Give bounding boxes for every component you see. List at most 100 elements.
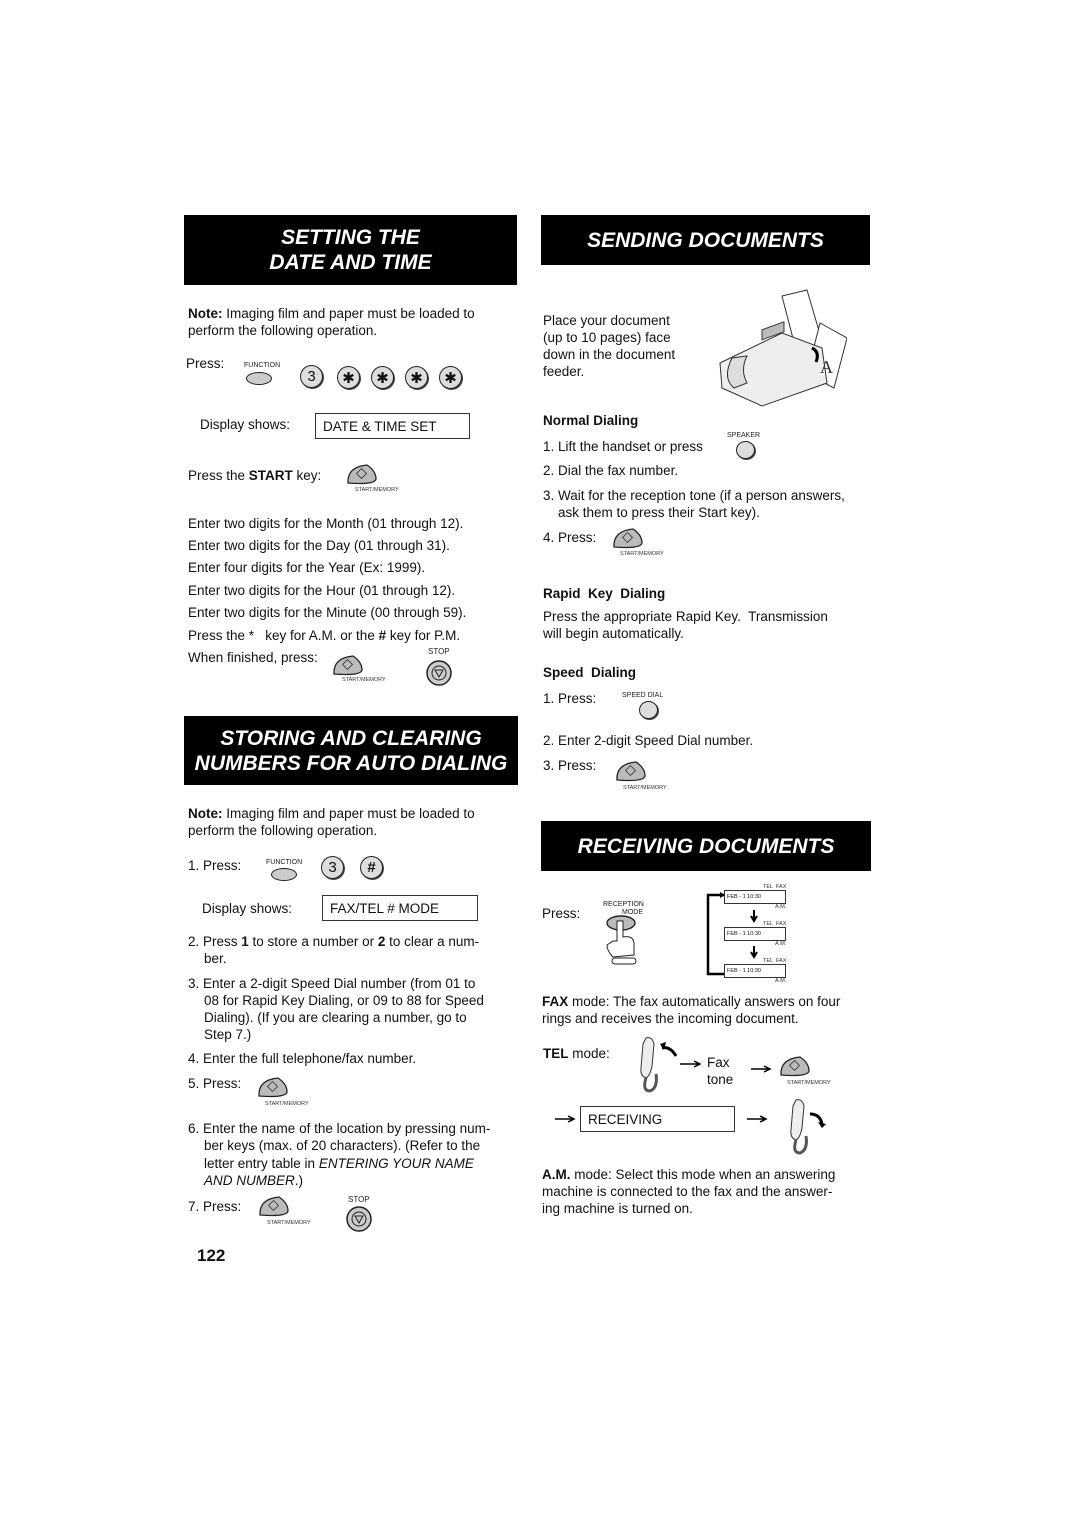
text: to store a number or bbox=[248, 934, 378, 949]
function-label: FUNCTION bbox=[244, 362, 281, 369]
fax-mode-text-2: rings and receives the incoming document… bbox=[542, 1011, 799, 1026]
rapid-text: will begin automatically. bbox=[543, 626, 684, 641]
fax-mode-text: FAX mode: The fax automatically answers … bbox=[542, 993, 840, 1010]
enter-line: Enter two digits for the Month (01 throu… bbox=[188, 516, 464, 531]
start-memory-key-icon bbox=[613, 528, 643, 549]
start-memory-label: START/MEMORY bbox=[265, 1101, 309, 1107]
start-memory-label: START/MEMORY bbox=[355, 487, 399, 493]
lcd-fax-label: FAX bbox=[776, 958, 787, 964]
step-6-cont: letter entry table in ENTERING YOUR NAME bbox=[204, 1155, 474, 1172]
nd-step-4: 4. Press: bbox=[543, 530, 597, 545]
start-memory-key-icon bbox=[616, 761, 646, 782]
sd-step-1: 1. Press: bbox=[543, 691, 597, 706]
am-mode-text-3: ing machine is turned on. bbox=[542, 1201, 693, 1216]
start-memory-label: START/MEMORY bbox=[342, 677, 386, 683]
header-line: RECEIVING DOCUMENTS bbox=[577, 834, 835, 858]
step-7: 7. Press: bbox=[188, 1199, 242, 1214]
nd-step-2: 2. Dial the fax number. bbox=[543, 463, 679, 478]
reception-label: RECEPTION bbox=[603, 901, 644, 908]
text: key for P.M. bbox=[386, 628, 461, 643]
lcd-fax-label: FAX bbox=[776, 884, 787, 890]
key-3-icon: 3 bbox=[321, 856, 344, 879]
note-label: Note: bbox=[188, 306, 223, 321]
note: Note: Imaging film and paper must be loa… bbox=[188, 305, 475, 322]
step-3-cont: Dialing). (If you are clearing a number,… bbox=[204, 1010, 467, 1025]
lcd-tel-label: TEL bbox=[763, 884, 774, 890]
lcd-display-fax: FEB - 1 10:30 bbox=[724, 890, 786, 904]
step-2: 2. Press 1 to store a number or 2 to cle… bbox=[188, 933, 479, 950]
stop-label: STOP bbox=[428, 647, 450, 656]
place-line: feeder. bbox=[543, 364, 585, 379]
step-4: 4. Enter the full telephone/fax number. bbox=[188, 1051, 417, 1066]
note-text-2: perform the following operation. bbox=[188, 823, 378, 838]
arrow-icon bbox=[747, 1115, 768, 1123]
step-3-cont: 08 for Rapid Key Dialing, or 09 to 88 fo… bbox=[204, 993, 484, 1008]
place-line: Place your document bbox=[543, 313, 670, 328]
header-line: SETTING THE bbox=[281, 226, 420, 249]
press-label: Press: bbox=[542, 906, 581, 921]
enter-line: Enter two digits for the Day (01 through… bbox=[188, 538, 450, 553]
arrow-icon bbox=[555, 1115, 576, 1123]
rapid-key-heading: Rapid Key Dialing bbox=[543, 586, 666, 601]
start-memory-label: START/MEMORY bbox=[620, 551, 664, 557]
tel-mode-label: TEL mode: bbox=[543, 1045, 610, 1062]
start-memory-key-icon bbox=[780, 1056, 810, 1077]
press-label: Press: bbox=[186, 356, 225, 371]
start-memory-label: START/MEMORY bbox=[623, 785, 667, 791]
arrow-icon bbox=[751, 1065, 772, 1073]
enter-line: Enter two digits for the Hour (01 throug… bbox=[188, 583, 456, 598]
start-memory-key-icon bbox=[259, 1196, 289, 1217]
lcd-am-label: A.M. bbox=[775, 904, 787, 910]
display-readout: DATE & TIME SET bbox=[315, 413, 470, 439]
ampm-line: Press the * key for A.M. or the # key fo… bbox=[188, 627, 460, 644]
header-line: DATE AND TIME bbox=[269, 251, 432, 274]
text: 1 bbox=[241, 934, 249, 949]
manual-page: SETTING THE DATE AND TIME Note: Imaging … bbox=[0, 0, 1080, 1528]
function-key-icon bbox=[271, 868, 297, 881]
section-header-receiving: RECEIVING DOCUMENTS bbox=[541, 821, 871, 871]
star-key-icon: ✱ bbox=[371, 366, 394, 389]
note: Note: Imaging film and paper must be loa… bbox=[188, 805, 475, 822]
lcd-fax-label: FAX bbox=[776, 921, 787, 927]
display-readout: FAX/TEL # MODE bbox=[322, 895, 478, 921]
note-label: Note: bbox=[188, 806, 223, 821]
note-text: Imaging film and paper must be loaded to bbox=[222, 306, 475, 321]
section-header-sending: SENDING DOCUMENTS bbox=[541, 215, 870, 265]
text: FAX bbox=[542, 994, 569, 1009]
place-line: (up to 10 pages) face bbox=[543, 330, 671, 345]
start-memory-key-icon bbox=[333, 655, 363, 676]
section-header-setting-date-time: SETTING THE DATE AND TIME bbox=[184, 215, 517, 285]
lcd-tel-label: TEL bbox=[763, 921, 774, 927]
step-5: 5. Press: bbox=[188, 1076, 242, 1091]
receiving-display: RECEIVING bbox=[580, 1106, 735, 1132]
am-mode-text: A.M. mode: Select this mode when an answ… bbox=[542, 1166, 835, 1183]
reference-italic: ENTERING YOUR NAME bbox=[318, 1156, 474, 1171]
handset-hang-up-icon bbox=[789, 1098, 826, 1155]
svg-text:A: A bbox=[820, 357, 833, 377]
page-number: 122 bbox=[197, 1246, 226, 1265]
step-3-cont: Step 7.) bbox=[204, 1027, 252, 1042]
header-line: STORING AND CLEARING bbox=[220, 726, 482, 750]
arrow-icon bbox=[660, 1042, 702, 1068]
step-6: 6. Enter the name of the location by pre… bbox=[188, 1121, 491, 1136]
rapid-text: Press the appropriate Rapid Key. Transmi… bbox=[543, 609, 828, 624]
speaker-label: SPEAKER bbox=[727, 432, 761, 439]
hash-bold: # bbox=[378, 628, 387, 643]
stop-key-icon bbox=[426, 660, 452, 686]
display-shows-label: Display shows: bbox=[200, 417, 291, 432]
nd-step-3-cont: ask them to press their Start key). bbox=[558, 505, 760, 520]
stop-key-icon bbox=[346, 1206, 372, 1232]
key-3-icon: 3 bbox=[300, 365, 323, 388]
hash-key-icon: # bbox=[360, 856, 383, 879]
section-header-storing: STORING AND CLEARING NUMBERS FOR AUTO DI… bbox=[184, 716, 518, 785]
speed-dial-label: SPEED DIAL bbox=[622, 692, 664, 699]
text: mode: The fax automatically answers on f… bbox=[568, 994, 841, 1009]
lcd-display-tel: FEB - 1 10:30 bbox=[724, 964, 786, 978]
header-line: NUMBERS FOR AUTO DIALING bbox=[194, 751, 508, 775]
lcd-tel-label: TEL bbox=[763, 958, 774, 964]
step-6-cont: ber keys (max. of 20 characters). (Refer… bbox=[204, 1138, 481, 1153]
step-2-cont: ber. bbox=[204, 951, 227, 966]
start-memory-key-icon bbox=[258, 1077, 288, 1098]
reference-italic: AND NUMBER bbox=[204, 1173, 295, 1188]
enter-line: Enter four digits for the Year (Ex: 1999… bbox=[188, 560, 426, 575]
